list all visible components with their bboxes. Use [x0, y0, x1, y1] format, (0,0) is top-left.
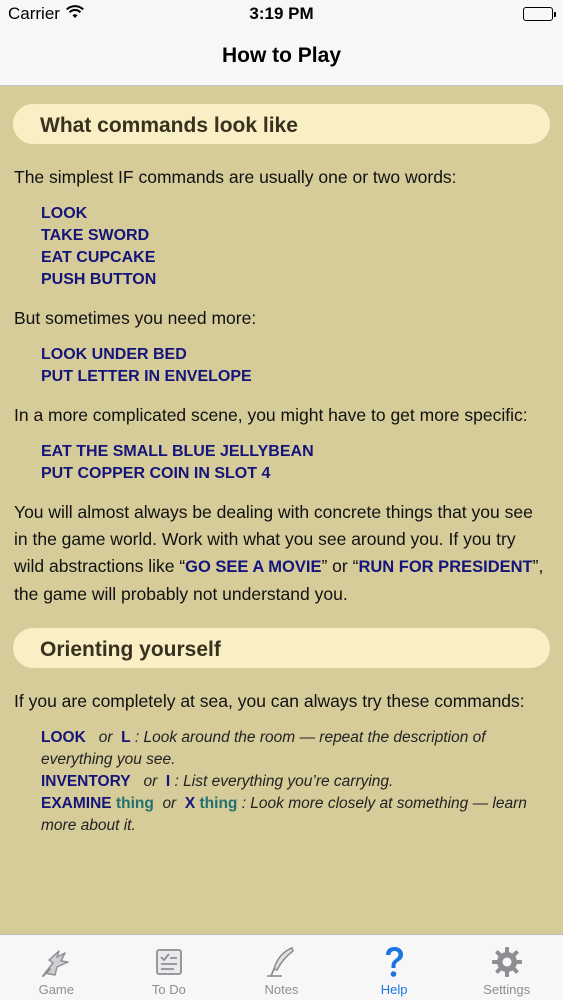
or-label: or: [143, 773, 158, 790]
command-list-more: LOOK UNDER BED PUT LETTER IN ENVELOPE: [41, 344, 549, 388]
tab-notes[interactable]: Notes: [225, 935, 338, 1000]
command-example: LOOK UNDER BED: [41, 346, 187, 363]
question-icon: [375, 943, 413, 981]
command-example: LOOK: [41, 205, 88, 222]
paragraph-concrete: You will almost always be dealing with c…: [14, 499, 549, 608]
reference-look: LOOK or L : Look around the room — repea…: [41, 727, 549, 771]
section-header-orienting: Orienting yourself: [13, 628, 550, 668]
or-label: or: [98, 729, 113, 746]
command-argument: thing: [115, 795, 154, 812]
command-alias: L: [121, 729, 131, 746]
paragraph-more: But sometimes you need more:: [14, 308, 257, 328]
tab-label: Settings: [483, 982, 531, 997]
command-example: PUT LETTER IN ENVELOPE: [41, 368, 252, 385]
command-example: EAT CUPCAKE: [41, 249, 156, 266]
command-list-simple: LOOK TAKE SWORD EAT CUPCAKE PUSH BUTTON: [41, 203, 549, 291]
tab-label: To Do: [151, 982, 186, 997]
command-argument: thing: [199, 795, 238, 812]
paragraph-simplest: The simplest IF commands are usually one…: [14, 167, 457, 187]
tab-label: Notes: [264, 982, 299, 997]
command-inline: RUN FOR PRESIDENT: [358, 558, 533, 576]
status-bar: Carrier 3:19 PM: [0, 0, 563, 28]
command-alias: X: [184, 795, 196, 812]
paragraph-text: ” or “: [321, 556, 359, 576]
command-keyword: EXAMINE: [41, 795, 112, 812]
paragraph-at-sea: If you are completely at sea, you can al…: [14, 691, 525, 711]
battery-icon: [523, 7, 556, 21]
tab-label: Game: [38, 982, 74, 997]
tab-game[interactable]: Game: [0, 935, 113, 1000]
command-example: TAKE SWORD: [41, 227, 150, 244]
tab-help[interactable]: Help: [338, 935, 451, 1000]
reference-inventory: INVENTORY or I : List everything you’re …: [41, 771, 549, 793]
reference-examine: EXAMINE thing or X thing : Look more clo…: [41, 793, 549, 837]
command-reference-list: LOOK or L : Look around the room — repea…: [41, 727, 549, 837]
tab-label: Help: [380, 982, 408, 997]
gear-icon: [488, 943, 526, 981]
game-icon: [37, 943, 75, 981]
command-example: PUT COPPER COIN IN SLOT 4: [41, 465, 271, 482]
command-example: EAT THE SMALL BLUE JELLYBEAN: [41, 443, 314, 460]
navigation-bar: How to Play: [0, 28, 563, 86]
command-inline: GO SEE A MOVIE: [185, 558, 322, 576]
page-title: How to Play: [221, 44, 342, 67]
tab-bar: Game To Do Notes Help Settings: [0, 934, 563, 1000]
command-description: : Look more closely at something — learn…: [41, 795, 527, 834]
paragraph-specific: In a more complicated scene, you might h…: [14, 405, 528, 425]
command-description: : List everything you’re carrying.: [170, 773, 394, 790]
or-label: or: [162, 795, 177, 812]
tab-to-do[interactable]: To Do: [113, 935, 226, 1000]
command-keyword: INVENTORY: [41, 773, 131, 790]
todo-icon: [150, 943, 188, 981]
command-list-specific: EAT THE SMALL BLUE JELLYBEAN PUT COPPER …: [41, 441, 549, 485]
command-keyword: LOOK: [41, 729, 86, 746]
command-example: PUSH BUTTON: [41, 271, 157, 288]
tab-settings[interactable]: Settings: [450, 935, 563, 1000]
clock-label: 3:19 PM: [249, 4, 314, 23]
help-content[interactable]: What commands look like The simplest IF …: [0, 86, 563, 934]
section-header-commands: What commands look like: [13, 104, 550, 144]
quill-icon: [262, 943, 300, 981]
